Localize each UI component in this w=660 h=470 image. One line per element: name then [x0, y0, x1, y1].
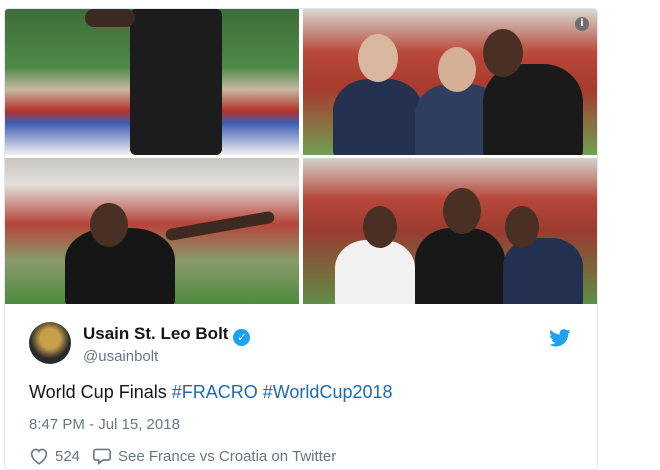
person-head: [90, 203, 128, 247]
tweet-text-plain: World Cup Finals: [29, 382, 172, 402]
person-figure: [483, 64, 583, 155]
person-figure: [333, 79, 423, 155]
person-head: [438, 47, 476, 92]
photo-1[interactable]: [5, 9, 299, 155]
tweet-text: World Cup Finals #FRACRO #WorldCup2018: [29, 382, 393, 403]
verified-icon: ✓: [233, 329, 251, 346]
twitter-bird-icon[interactable]: [549, 329, 571, 352]
photo-4[interactable]: [303, 158, 597, 304]
person-head: [443, 188, 481, 234]
person-head: [483, 29, 523, 77]
comment-icon[interactable]: [92, 447, 112, 465]
person-figure: [415, 228, 505, 304]
photo-grid: i: [5, 9, 597, 304]
see-conversation-link[interactable]: See France vs Croatia on Twitter: [118, 448, 336, 465]
display-name[interactable]: Usain St. Leo Bolt ✓: [83, 324, 251, 346]
person-figure: [335, 240, 415, 304]
hashtag-link[interactable]: #FRACRO: [172, 382, 258, 402]
tweet-body: Usain St. Leo Bolt ✓ @usainbolt World Cup…: [5, 305, 597, 469]
person-head: [363, 206, 397, 248]
person-figure: [130, 9, 222, 155]
avatar[interactable]: [29, 322, 71, 364]
hashtag-link[interactable]: #WorldCup2018: [263, 382, 393, 402]
arm-figure: [164, 210, 276, 242]
timestamp[interactable]: 8:47 PM - Jul 15, 2018: [29, 416, 180, 433]
heart-icon[interactable]: [29, 447, 49, 465]
person-figure: [503, 238, 583, 304]
arm-figure: [85, 9, 135, 27]
tweet-actions: 524 See France vs Croatia on Twitter: [29, 447, 336, 465]
display-name-text: Usain St. Leo Bolt: [83, 324, 229, 343]
tweet-card[interactable]: i Usain St. Leo Bolt ✓ @usainbolt World …: [4, 8, 598, 470]
info-icon[interactable]: i: [575, 17, 589, 31]
person-head: [505, 206, 539, 248]
like-count[interactable]: 524: [55, 448, 80, 465]
person-head: [358, 34, 398, 82]
photo-2[interactable]: i: [303, 9, 597, 155]
user-handle[interactable]: @usainbolt: [83, 348, 158, 365]
photo-3[interactable]: [5, 158, 299, 304]
